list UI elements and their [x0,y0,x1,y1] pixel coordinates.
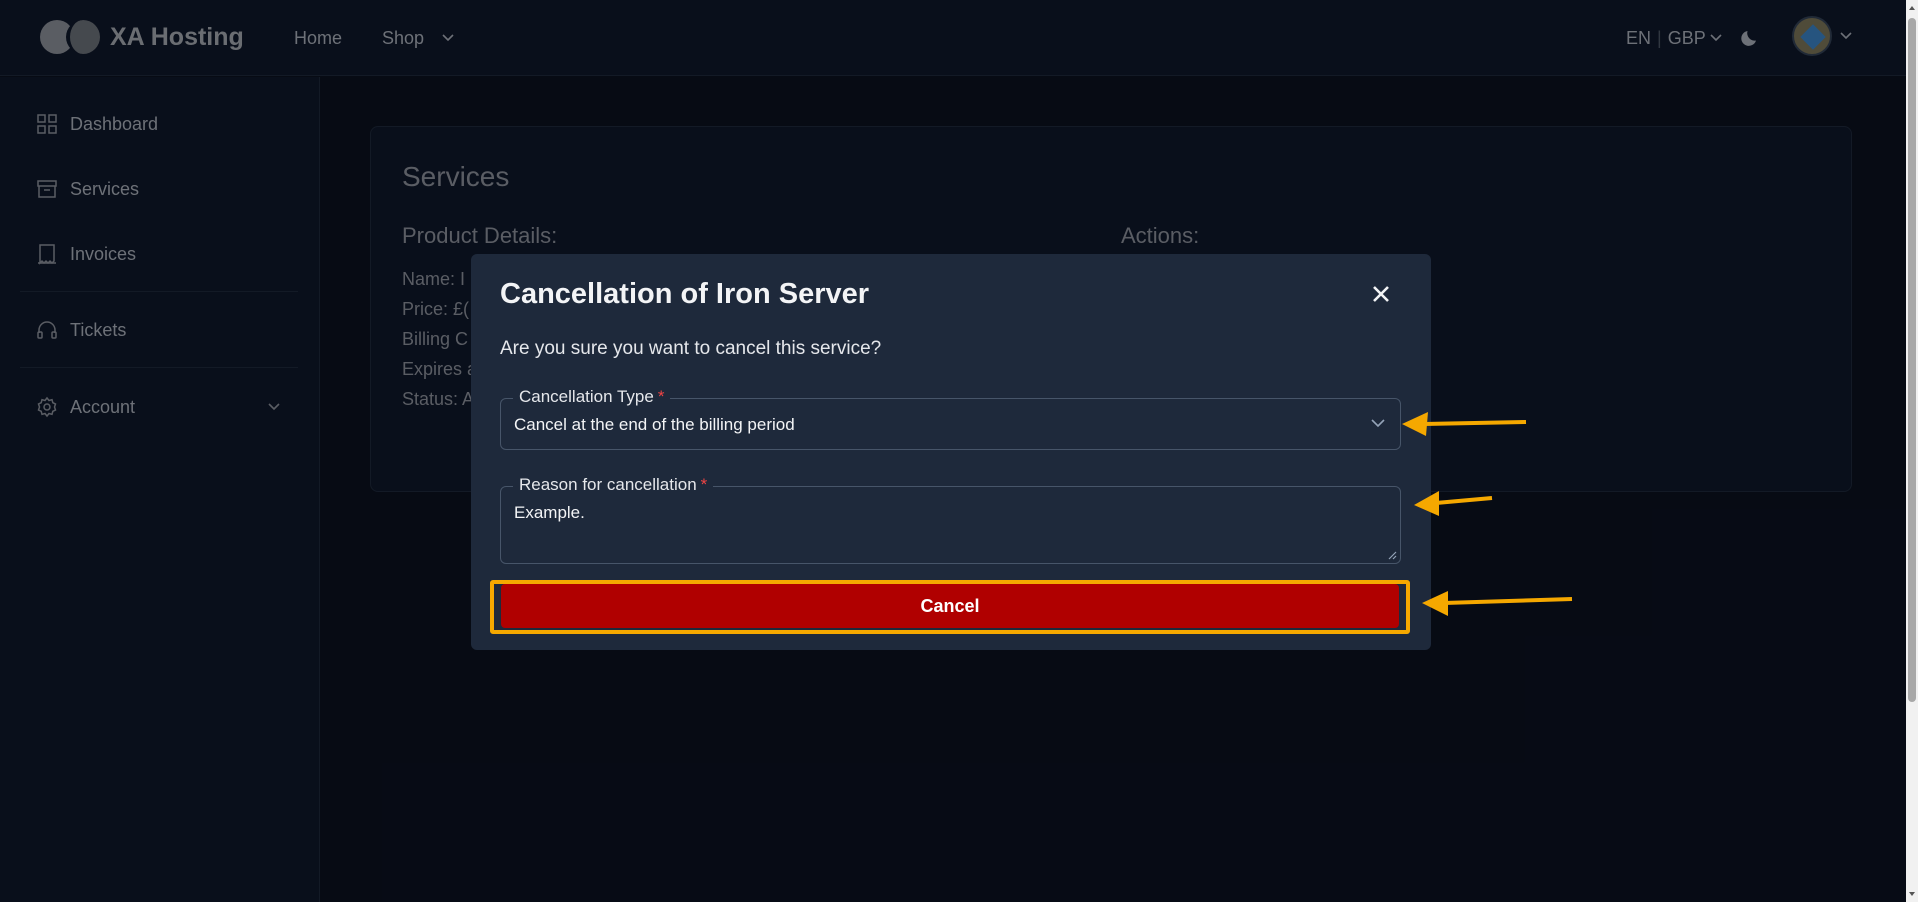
reason-label: Reason for cancellation * [513,475,714,495]
required-mark: * [657,387,665,406]
resize-handle-icon[interactable] [1388,551,1397,560]
confirmation-question: Are you sure you want to cancel this ser… [500,338,882,359]
chevron-down-icon [1371,419,1385,428]
modal-title: Cancellation of Iron Server [500,278,870,310]
cancellation-type-select[interactable]: Cancellation Type * Cancel at the end of … [500,387,1401,450]
annotation-highlight-box [490,580,1410,634]
field-label: Cancellation Type [519,387,654,406]
scroll-down-arrow-icon[interactable] [1908,890,1916,898]
cancellation-type-label: Cancellation Type * [513,387,671,407]
field-label: Reason for cancellation [519,475,697,494]
scroll-up-arrow-icon[interactable] [1908,4,1916,12]
annotation-arrow-icon [1414,491,1493,516]
annotation-arrow-icon [1422,591,1573,616]
close-icon[interactable] [1369,282,1393,306]
page-scrollbar[interactable] [1906,0,1918,902]
required-mark: * [700,475,708,494]
annotation-arrow-icon [1402,412,1527,436]
cancellation-type-value: Cancel at the end of the billing period [514,415,795,434]
reason-value: Example. [514,503,585,522]
scrollbar-thumb[interactable] [1908,18,1916,702]
reason-textarea[interactable]: Reason for cancellation * Example. [500,475,1401,564]
